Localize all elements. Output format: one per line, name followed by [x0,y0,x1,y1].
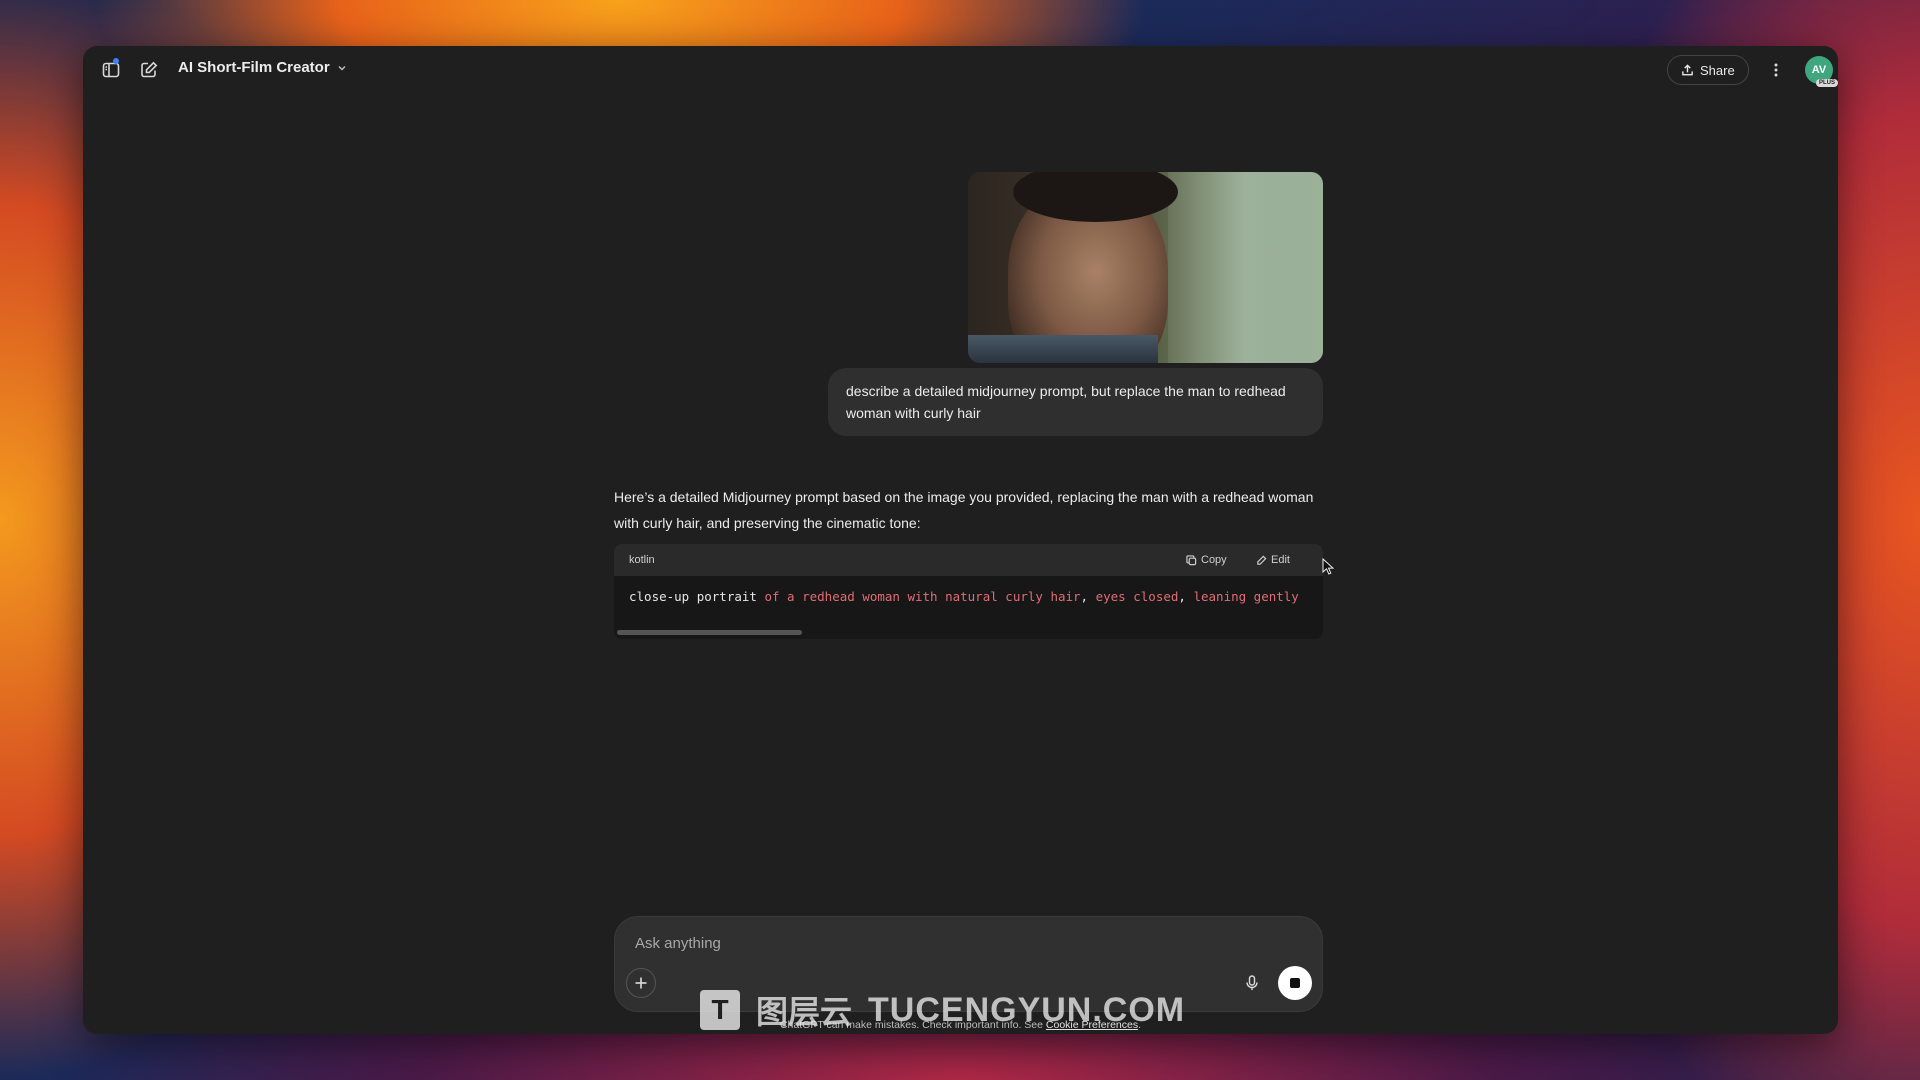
chat-title: AI Short-Film Creator [178,59,330,76]
disclaimer: ChatGPT can make mistakes. Check importa… [83,1019,1838,1031]
edit-label: Edit [1271,554,1290,566]
microphone-button[interactable] [1237,968,1267,998]
code-horizontal-scrollbar[interactable] [617,630,802,635]
copy-code-button[interactable]: Copy [1186,544,1227,576]
sidebar-toggle-icon[interactable] [97,56,125,84]
chevron-down-icon [338,65,346,71]
edit-icon [1257,555,1267,565]
new-chat-icon[interactable] [135,56,163,84]
disclaimer-end: . [1138,1019,1142,1031]
message-composer [614,916,1323,1012]
cookie-preferences-link[interactable]: Cookie Preferences [1046,1019,1138,1031]
share-label: Share [1700,62,1735,78]
ask-input[interactable] [633,934,1217,953]
top-bar: AI Short-Film Creator Share AV PLUS [83,46,1838,94]
code-token-plain: close-up portrait [629,589,765,604]
edit-code-button[interactable]: Edit [1256,544,1290,576]
assistant-message: Here’s a detailed Midjourney prompt base… [614,489,1314,531]
plus-badge: PLUS [1815,79,1838,87]
share-button[interactable]: Share [1667,55,1749,85]
avatar[interactable]: AV PLUS [1805,56,1838,87]
code-line: close-up portrait of a redhead woman wit… [629,589,1299,604]
code-block: kotlin Copy Edit close-up portrait of a … [614,544,1323,639]
user-attached-image[interactable] [968,172,1323,363]
more-options-icon[interactable] [1762,56,1790,84]
code-token-string: eyes closed [1095,589,1179,604]
notification-dot [113,58,119,64]
stop-generating-button[interactable] [1278,966,1312,1000]
code-token-separator: , [1080,589,1096,604]
copy-label: Copy [1201,554,1227,566]
mouse-cursor-icon [1322,558,1334,575]
chat-title-dropdown[interactable]: AI Short-Film Creator [178,59,348,76]
avatar-initials: AV [1811,64,1827,76]
plus-icon [635,977,647,989]
code-token-string: leaning gently [1193,589,1299,604]
disclaimer-text: ChatGPT can make mistakes. Check importa… [779,1019,1046,1031]
image-shirt [968,335,1158,363]
share-icon [1682,63,1693,75]
code-token-separator: , [1178,589,1194,604]
add-attachment-button[interactable] [626,968,656,998]
code-language-label: kotlin [629,554,655,566]
stop-icon [1290,978,1300,988]
microphone-icon [1246,975,1258,990]
user-message: describe a detailed midjourney prompt, b… [828,368,1323,436]
code-header: kotlin Copy Edit [614,544,1323,576]
chat-window: AI Short-Film Creator Share AV PLUS desc… [83,46,1838,1034]
code-token-string: of a redhead woman with natural curly ha… [764,589,1081,604]
copy-icon [1186,554,1197,565]
image-background-light [1168,172,1323,363]
